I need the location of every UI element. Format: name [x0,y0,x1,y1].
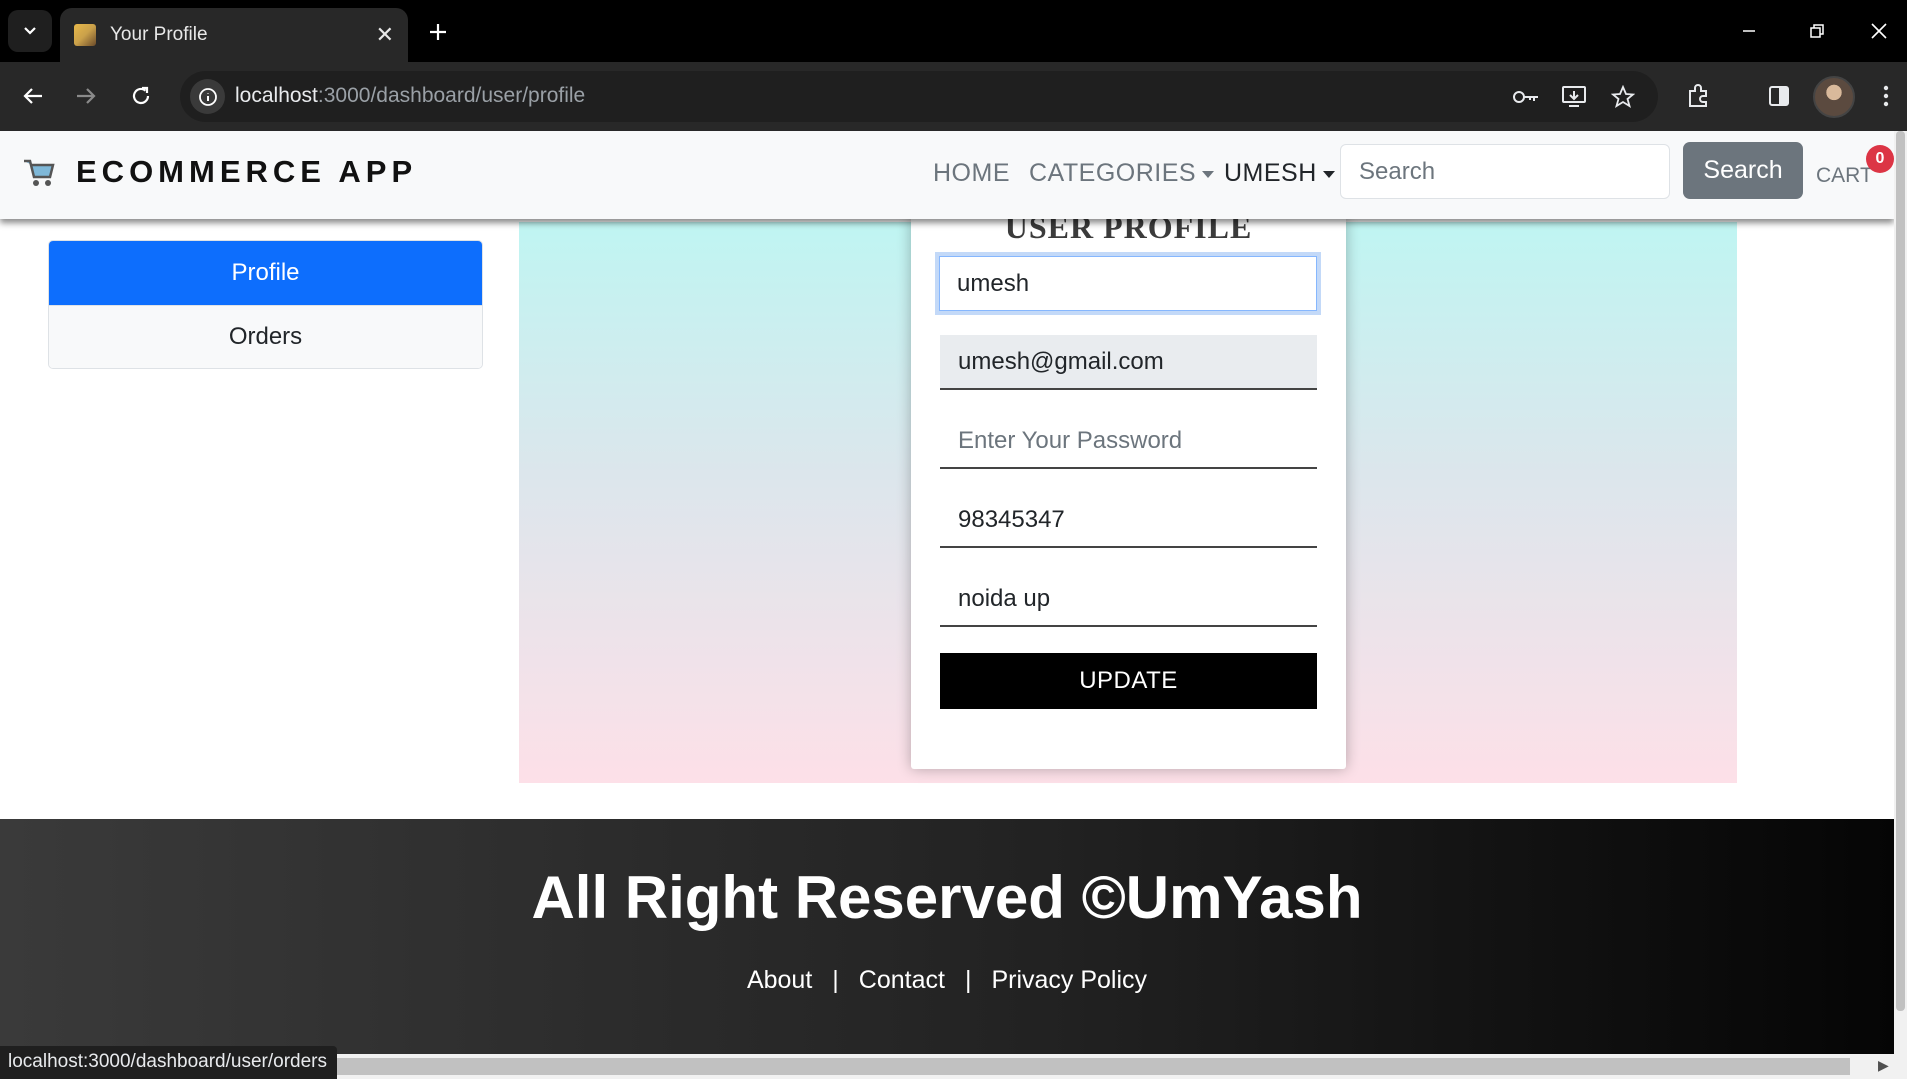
tab-title: Your Profile [110,24,208,45]
site-footer: All Right Reserved ©UmYash About | Conta… [0,819,1894,1054]
site-info-button[interactable] [190,79,225,114]
footer-links: About | Contact | Privacy Policy [0,966,1894,995]
nav-categories-dropdown[interactable]: CATEGORIES [1029,159,1215,188]
info-icon [198,87,217,106]
user-menu-item-orders[interactable]: Orders [49,305,482,368]
arrow-right-icon [77,88,96,104]
browser-title-bar: Your Profile ✕ [0,0,1907,62]
side-panel-button[interactable] [1761,78,1797,114]
shopping-cart-icon [24,159,55,186]
restore-icon [1810,24,1824,38]
new-tab-button[interactable] [420,14,456,50]
install-app-button[interactable] [1560,83,1588,111]
web-page: ECOMMERCE APP HOME CATEGORIES UMESH Sear… [0,131,1894,1054]
password-field[interactable] [940,414,1317,469]
site-navbar: ECOMMERCE APP HOME CATEGORIES UMESH Sear… [0,131,1894,219]
nav-user-label: UMESH [1224,159,1317,187]
close-tab-icon[interactable]: ✕ [376,24,394,46]
nav-home-link[interactable]: HOME [933,159,1010,188]
puzzle-icon [1689,84,1707,107]
side-panel-icon [1769,86,1789,106]
address-bar[interactable]: localhost:3000/dashboard/user/profile [180,71,1658,122]
browser-tab-active[interactable]: Your Profile ✕ [60,8,408,62]
url-text: localhost:3000/dashboard/user/profile [235,84,585,108]
footer-copyright: All Right Reserved ©UmYash [531,864,1363,931]
caret-down-icon [1202,170,1215,178]
scroll-right-arrow-icon[interactable]: ▶ [1878,1057,1889,1074]
horizontal-scrollbar-thumb[interactable] [320,1058,1850,1075]
arrow-left-icon [23,88,42,104]
password-key-button[interactable] [1512,83,1540,111]
cart-link[interactable]: CART [1816,164,1873,188]
profile-avatar[interactable] [1813,76,1855,118]
restore-button[interactable] [1783,0,1851,62]
url-host: localhost [235,84,318,107]
reload-button[interactable] [121,76,161,116]
address-field[interactable] [940,572,1317,627]
browser-toolbar: localhost:3000/dashboard/user/profile [0,62,1907,131]
favicon-icon [74,24,96,46]
brand-link[interactable]: ECOMMERCE APP [22,154,417,190]
vertical-scrollbar-thumb[interactable] [1896,131,1905,1011]
footer-separator: | [832,966,839,994]
reload-icon [132,86,150,105]
plus-icon [430,24,446,40]
link-status-bubble: localhost:3000/dashboard/user/orders [0,1046,337,1079]
footer-link-privacy-policy[interactable]: Privacy Policy [991,966,1147,995]
footer-link-contact[interactable]: Contact [859,966,945,995]
back-button[interactable] [13,76,53,116]
key-icon [1513,91,1538,103]
extensions-button[interactable] [1681,78,1717,114]
user-menu: Profile Orders [48,240,483,369]
nav-categories-label: CATEGORIES [1029,159,1197,187]
install-icon [1562,86,1586,107]
more-vertical-icon [1883,85,1889,107]
vertical-scrollbar[interactable] [1894,131,1907,1054]
brand-name: ECOMMERCE APP [76,154,418,189]
url-path: :3000/dashboard/user/profile [317,84,586,107]
search-input[interactable] [1340,144,1670,199]
email-field[interactable] [940,335,1317,390]
star-icon [1611,85,1635,108]
bookmark-button[interactable] [1609,83,1637,111]
profile-content-area: USER PROFILE UPDATE [519,191,1737,783]
close-icon [1871,23,1887,39]
footer-separator: | [964,966,972,994]
minimize-icon [1743,30,1755,32]
footer-link-about[interactable]: About [747,966,812,995]
user-menu-item-profile[interactable]: Profile [49,241,482,305]
close-window-button[interactable] [1851,0,1907,62]
search-button[interactable]: Search [1683,142,1803,199]
phone-field[interactable] [940,493,1317,548]
nav-user-dropdown[interactable]: UMESH [1224,159,1335,188]
update-button[interactable]: UPDATE [940,653,1317,709]
minimize-button[interactable] [1715,0,1783,62]
forward-button[interactable] [66,76,106,116]
caret-down-icon [1322,170,1335,178]
browser-menu-button[interactable] [1868,78,1904,114]
chevron-down-icon [24,27,36,35]
name-field[interactable] [935,252,1321,315]
cart-count-badge: 0 [1866,145,1894,173]
tab-search-button[interactable] [8,10,52,52]
profile-form-card: USER PROFILE UPDATE [911,191,1346,769]
